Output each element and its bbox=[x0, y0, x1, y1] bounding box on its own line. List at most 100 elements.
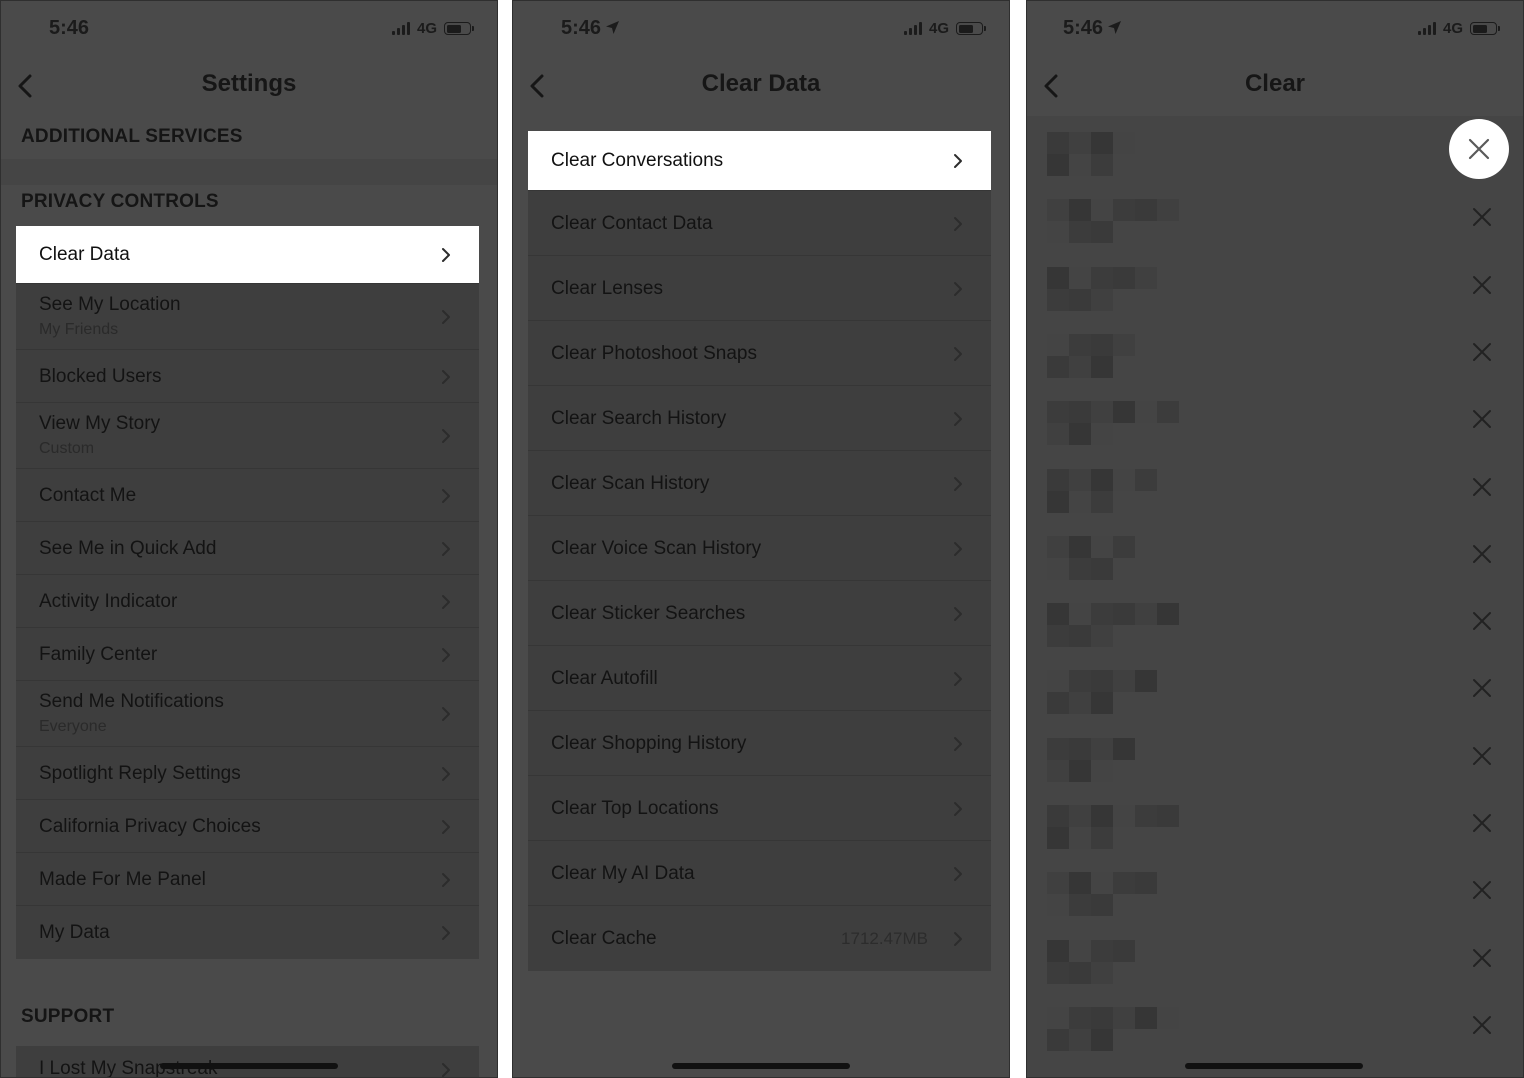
close-icon[interactable] bbox=[1471, 476, 1493, 498]
row-label: Clear Search History bbox=[551, 407, 727, 429]
close-icon[interactable] bbox=[1471, 947, 1493, 969]
list-item-see-me-in-quick-add[interactable]: See Me in Quick Add bbox=[16, 522, 479, 575]
conversation-row[interactable] bbox=[1027, 654, 1523, 721]
conversation-row[interactable] bbox=[1027, 520, 1523, 587]
row-label: Family Center bbox=[39, 643, 158, 665]
list-item-clear-data[interactable]: Clear Data bbox=[16, 226, 479, 284]
list-item-clear-search-history[interactable]: Clear Search History bbox=[528, 386, 991, 451]
conversation-row[interactable] bbox=[1027, 183, 1523, 250]
conversation-row[interactable] bbox=[1027, 453, 1523, 520]
list-item-activity-indicator[interactable]: Activity Indicator bbox=[16, 575, 479, 628]
close-icon[interactable] bbox=[1471, 543, 1493, 565]
list-item-clear-my-ai-data[interactable]: Clear My AI Data bbox=[528, 841, 991, 906]
list-item-see-my-location[interactable]: See My Location My Friends bbox=[16, 284, 479, 350]
status-indicators: 4G bbox=[903, 20, 986, 37]
list-item-clear-conversations[interactable]: Clear Conversations bbox=[528, 131, 991, 191]
home-indicator bbox=[160, 1063, 338, 1069]
close-icon[interactable] bbox=[1471, 1014, 1493, 1036]
blurred-avatar-name bbox=[1047, 1006, 1187, 1051]
home-indicator bbox=[1185, 1063, 1363, 1069]
clear-conversations-screen: 5:46 4G Clear bbox=[1026, 0, 1524, 1078]
close-icon[interactable] bbox=[1471, 408, 1493, 430]
list-item-lost-snapstreak[interactable]: I Lost My Snapstreak bbox=[16, 1046, 479, 1077]
battery-icon bbox=[444, 22, 474, 35]
chevron-right-icon bbox=[442, 647, 450, 662]
section-header-privacy-controls: PRIVACY CONTROLS bbox=[21, 191, 219, 212]
row-label: Clear Conversations bbox=[551, 150, 724, 171]
list-item-blocked-users[interactable]: Blocked Users bbox=[16, 350, 479, 403]
conversation-row[interactable] bbox=[1027, 587, 1523, 654]
signal-icon bbox=[903, 22, 922, 35]
support-list: I Lost My Snapstreak bbox=[16, 1046, 479, 1077]
list-item-clear-photoshoot-snaps[interactable]: Clear Photoshoot Snaps bbox=[528, 321, 991, 386]
clear-conversation-button-highlighted[interactable] bbox=[1449, 119, 1509, 179]
list-item-clear-sticker-searches[interactable]: Clear Sticker Searches bbox=[528, 581, 991, 646]
nav-bar: Settings bbox=[1, 57, 497, 113]
conversation-row[interactable] bbox=[1027, 789, 1523, 856]
blurred-avatar-name bbox=[1047, 199, 1187, 244]
row-label: Activity Indicator bbox=[39, 590, 178, 612]
close-icon[interactable] bbox=[1471, 274, 1493, 296]
list-item-send-me-notifications[interactable]: Send Me Notifications Everyone bbox=[16, 681, 479, 747]
clear-data-list: Clear Conversations Clear Contact Data Cle… bbox=[528, 131, 991, 971]
list-item-spotlight-reply-settings[interactable]: Spotlight Reply Settings bbox=[16, 747, 479, 800]
close-icon[interactable] bbox=[1471, 745, 1493, 767]
row-label: Clear Contact Data bbox=[551, 212, 713, 234]
list-item-california-privacy-choices[interactable]: California Privacy Choices bbox=[16, 800, 479, 853]
list-item-clear-shopping-history[interactable]: Clear Shopping History bbox=[528, 711, 991, 776]
row-label: Send Me Notifications bbox=[39, 691, 224, 712]
row-label: Clear Cache bbox=[551, 927, 657, 949]
signal-icon bbox=[1417, 22, 1436, 35]
chevron-right-icon bbox=[954, 606, 962, 621]
blurred-avatar-name bbox=[1047, 603, 1187, 648]
chevron-right-icon bbox=[954, 476, 962, 491]
blurred-avatar-name bbox=[1047, 535, 1187, 580]
blurred-avatar-name bbox=[1047, 468, 1187, 513]
list-item-clear-lenses[interactable]: Clear Lenses bbox=[528, 256, 991, 321]
conversation-row[interactable] bbox=[1027, 722, 1523, 789]
list-item-made-for-me-panel[interactable]: Made For Me Panel bbox=[16, 853, 479, 906]
row-label: Clear Photoshoot Snaps bbox=[551, 342, 757, 364]
conversation-row[interactable] bbox=[1027, 385, 1523, 452]
list-item-clear-voice-scan-history[interactable]: Clear Voice Scan History bbox=[528, 516, 991, 581]
row-label: Clear Lenses bbox=[551, 277, 663, 299]
conversation-row[interactable] bbox=[1027, 251, 1523, 318]
list-item-family-center[interactable]: Family Center bbox=[16, 628, 479, 681]
status-time-text: 5:46 bbox=[561, 17, 602, 39]
list-item-clear-cache[interactable]: Clear Cache 1712.47MB bbox=[528, 906, 991, 971]
nav-bar: Clear Data bbox=[513, 57, 1009, 113]
conversation-row[interactable] bbox=[1027, 318, 1523, 385]
list-item-contact-me[interactable]: Contact Me bbox=[16, 469, 479, 522]
row-subtitle: Everyone bbox=[39, 718, 107, 735]
close-icon[interactable] bbox=[1471, 341, 1493, 363]
blurred-avatar-name bbox=[1047, 737, 1187, 782]
row-label: See My Location bbox=[39, 294, 181, 315]
conversation-row[interactable] bbox=[1027, 856, 1523, 923]
status-bar: 5:46 4G bbox=[1027, 1, 1523, 57]
list-item-clear-scan-history[interactable]: Clear Scan History bbox=[528, 451, 991, 516]
conversation-row[interactable] bbox=[1027, 924, 1523, 991]
status-indicators: 4G bbox=[1417, 20, 1500, 37]
chevron-right-icon bbox=[954, 216, 962, 231]
close-icon[interactable] bbox=[1471, 206, 1493, 228]
blurred-avatar-name bbox=[1047, 333, 1187, 378]
page-title: Clear Data bbox=[701, 70, 821, 97]
list-item-clear-autofill[interactable]: Clear Autofill bbox=[528, 646, 991, 711]
close-icon[interactable] bbox=[1471, 879, 1493, 901]
row-label: Clear Scan History bbox=[551, 472, 710, 494]
close-icon[interactable] bbox=[1471, 677, 1493, 699]
list-item-view-my-story[interactable]: View My Story Custom bbox=[16, 403, 479, 469]
blurred-avatar-name bbox=[1047, 266, 1187, 311]
close-icon[interactable] bbox=[1471, 610, 1493, 632]
close-icon[interactable] bbox=[1471, 812, 1493, 834]
list-item-my-data[interactable]: My Data bbox=[16, 906, 479, 959]
list-item-clear-top-locations[interactable]: Clear Top Locations bbox=[528, 776, 991, 841]
list-item-clear-contact-data[interactable]: Clear Contact Data bbox=[528, 191, 991, 256]
row-label: Clear Shopping History bbox=[551, 732, 747, 754]
blurred-avatar-name bbox=[1047, 872, 1187, 917]
chevron-right-icon bbox=[442, 819, 450, 834]
row-label: Clear Top Locations bbox=[551, 797, 719, 819]
blurred-avatar-name bbox=[1047, 939, 1187, 984]
nav-bar: Clear bbox=[1027, 57, 1523, 113]
conversation-row[interactable] bbox=[1027, 991, 1523, 1058]
